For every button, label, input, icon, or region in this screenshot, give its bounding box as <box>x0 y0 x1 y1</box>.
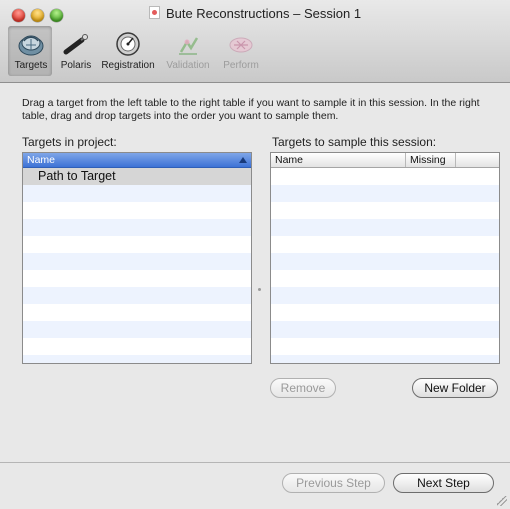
right-table-label: Targets to sample this session: <box>272 135 437 149</box>
table-row <box>23 304 251 321</box>
table-row <box>23 253 251 270</box>
footer-divider <box>0 462 510 463</box>
row-label: Path to Target <box>38 169 116 183</box>
table-row <box>23 287 251 304</box>
window-title: Bute Reconstructions – Session 1 <box>165 6 362 21</box>
table-row <box>23 185 251 202</box>
table-row <box>271 304 499 321</box>
remove-button[interactable]: Remove <box>270 378 336 398</box>
toolbar-item-targets[interactable]: Targets <box>8 26 52 76</box>
table-header: Name <box>23 153 251 168</box>
instructions-text: Drag a target from the left table to the… <box>22 97 480 122</box>
toolbar-item-perform[interactable]: Perform <box>219 30 263 71</box>
table-row <box>271 202 499 219</box>
table-row <box>271 219 499 236</box>
column-header-name[interactable]: Name <box>271 153 406 167</box>
column-header-name[interactable]: Name <box>23 153 251 167</box>
toolbar-item-validation[interactable]: Validation <box>162 30 214 71</box>
toolbar-item-label: Targets <box>14 60 48 71</box>
table-row[interactable]: Path to Target <box>23 168 251 185</box>
resize-grip-icon[interactable] <box>497 496 507 506</box>
targets-in-project-table[interactable]: Name Path to Target <box>22 152 252 364</box>
table-row <box>271 287 499 304</box>
toolbar-item-polaris[interactable]: Polaris <box>56 30 96 71</box>
session-window: Bute Reconstructions – Session 1 Targets… <box>0 0 510 509</box>
table-row <box>271 355 499 363</box>
previous-step-button[interactable]: Previous Step <box>282 473 385 493</box>
toolbar: Bute Reconstructions – Session 1 Targets… <box>0 0 510 83</box>
table-body <box>271 168 499 363</box>
splitter-handle[interactable] <box>258 288 261 291</box>
table-row <box>271 321 499 338</box>
toolbar-item-label: Perform <box>223 60 259 71</box>
sort-ascending-icon <box>239 157 247 163</box>
registration-dial-icon <box>116 32 140 56</box>
polaris-probe-icon <box>63 34 88 55</box>
table-body: Path to Target <box>23 168 251 363</box>
targets-to-sample-table[interactable]: Name Missing <box>270 152 500 364</box>
table-row <box>271 253 499 270</box>
table-row <box>23 338 251 355</box>
column-header-missing[interactable]: Missing <box>406 153 456 167</box>
table-row <box>23 321 251 338</box>
table-row <box>271 168 499 185</box>
table-row <box>23 355 251 363</box>
validation-icon <box>179 37 199 55</box>
left-table-label: Targets in project: <box>22 135 117 149</box>
table-row <box>23 236 251 253</box>
table-row <box>23 202 251 219</box>
targets-icon <box>18 35 44 56</box>
table-row <box>271 270 499 287</box>
toolbar-item-registration[interactable]: Registration <box>97 30 159 71</box>
document-icon <box>148 6 160 19</box>
table-row <box>271 338 499 355</box>
perform-icon <box>229 37 253 53</box>
table-row <box>271 185 499 202</box>
table-row <box>23 219 251 236</box>
toolbar-item-label: Polaris <box>60 60 92 71</box>
new-folder-button[interactable]: New Folder <box>412 378 498 398</box>
table-row <box>271 236 499 253</box>
toolbar-item-label: Registration <box>101 60 155 71</box>
table-header: Name Missing <box>271 153 499 168</box>
window-title-bar: Bute Reconstructions – Session 1 <box>0 6 510 21</box>
toolbar-item-label: Validation <box>166 60 210 71</box>
next-step-button[interactable]: Next Step <box>393 473 494 493</box>
column-header-label: Name <box>27 154 56 166</box>
table-row <box>23 270 251 287</box>
